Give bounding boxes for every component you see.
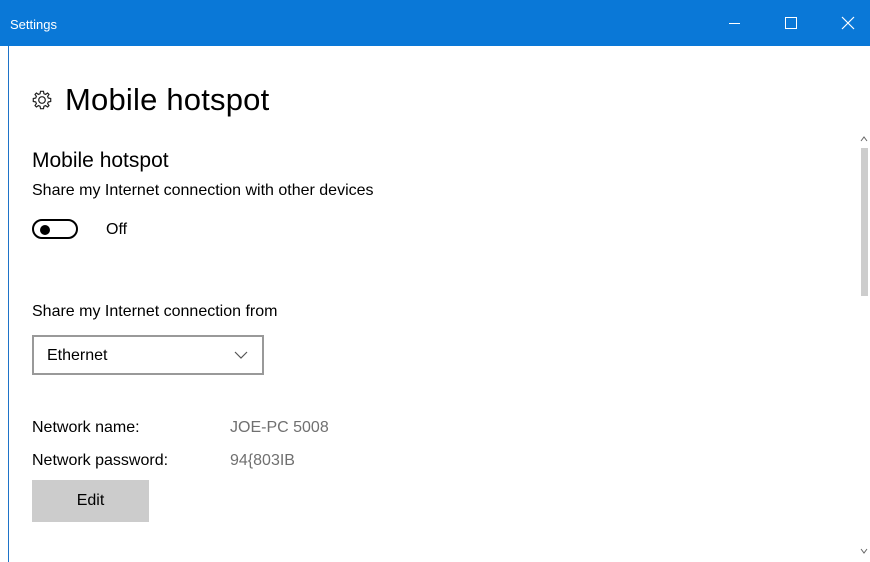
close-icon — [841, 16, 855, 30]
share-from-dropdown[interactable]: Ethernet — [32, 335, 264, 375]
section-title: Mobile hotspot — [32, 149, 169, 172]
share-from-label: Share my Internet connection from — [32, 303, 278, 320]
network-password-label: Network password: — [32, 452, 169, 469]
chevron-down-icon — [234, 351, 248, 359]
toggle-state-label: Off — [106, 221, 128, 238]
maximize-button[interactable] — [769, 0, 813, 46]
dropdown-selected-value: Ethernet — [47, 347, 108, 364]
share-description: Share my Internet connection with other … — [32, 182, 374, 199]
gear-icon — [32, 90, 52, 110]
window-title: Settings — [10, 17, 57, 32]
scroll-down-arrow-icon[interactable] — [860, 548, 868, 554]
minimize-icon — [728, 22, 740, 24]
scrollbar-thumb[interactable] — [861, 148, 868, 296]
settings-window: Settings Mobile hotspot Mobile hotspot S… — [0, 0, 870, 562]
network-name-label: Network name: — [32, 419, 140, 436]
toggle-knob — [40, 225, 50, 235]
minimize-button[interactable] — [712, 0, 756, 46]
network-name-value: JOE-PC 5008 — [230, 419, 329, 436]
scroll-up-arrow-icon[interactable] — [860, 136, 868, 142]
scrollbar[interactable] — [859, 128, 869, 562]
maximize-icon — [785, 17, 797, 29]
hotspot-toggle[interactable] — [32, 219, 78, 239]
page-title: Mobile hotspot — [65, 82, 270, 117]
network-password-value: 94{803IB — [230, 452, 295, 469]
edit-button[interactable]: Edit — [32, 480, 149, 522]
page-header: Mobile hotspot — [31, 80, 269, 120]
window-border — [0, 46, 9, 562]
close-button[interactable] — [826, 0, 870, 46]
title-bar[interactable]: Settings — [0, 0, 870, 46]
